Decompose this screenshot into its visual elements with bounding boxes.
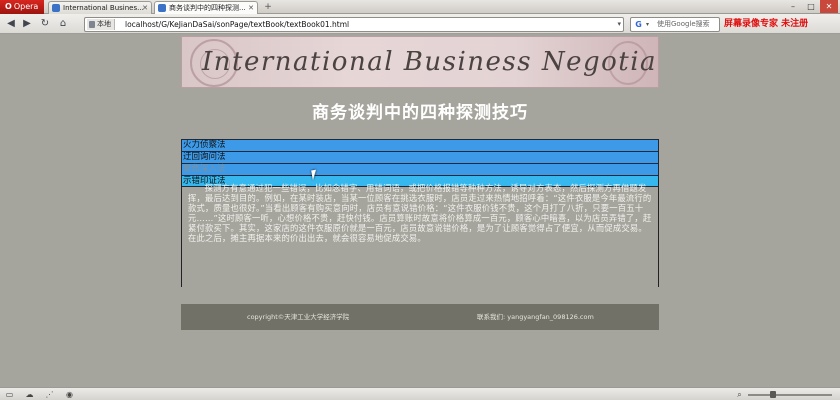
speed-dial-icon[interactable]: ◉ [64, 390, 75, 399]
cloud-icon[interactable]: ☁ [24, 390, 35, 399]
banner-title: International Business Negotiations [202, 47, 658, 77]
share-icon[interactable]: ⋰ [44, 390, 55, 399]
reload-icon[interactable]: ↻ [38, 17, 52, 31]
zoom-icon: ⌕ [737, 390, 742, 399]
back-arrow-icon[interactable]: ◀ [4, 17, 18, 31]
forward-arrow-icon[interactable]: ▶ [20, 17, 34, 31]
page-favicon-icon [158, 4, 166, 12]
tab-close-icon[interactable]: ✕ [248, 2, 254, 14]
new-tab-button[interactable]: + [262, 2, 274, 13]
page-favicon-icon [52, 4, 60, 12]
maximize-button[interactable]: □ [802, 0, 820, 13]
address-url[interactable]: localhost/G/KeJianDaSai/sonPage/textBook… [125, 18, 349, 31]
local-page-badge: 本地 [87, 19, 115, 30]
tab-title: International Busines... [63, 4, 144, 12]
page-content: International Business Negotiations 商务谈判… [0, 35, 840, 387]
article-text: 探测方有意通过犯一些错误，比如念错字、用错词语，或把价格报错等种种方法，诱导对方… [181, 180, 659, 287]
page-footer: copyright©天津工业大学经济学院 联系我们: yangyangfan_0… [181, 304, 659, 330]
panel-toggle-icon[interactable]: ▭ [4, 390, 15, 399]
window-controls: – □ ✕ [784, 0, 840, 14]
chevron-down-icon[interactable]: ▾ [617, 18, 621, 31]
search-box[interactable]: G ▾ 使用Google搜索 [630, 17, 720, 32]
menu-item-focused-probing[interactable]: 聚焦深入法 [181, 163, 659, 175]
tab-probing-techniques[interactable]: 商务谈判中的四种探测... ✕ [154, 1, 258, 14]
navigation-bar: ◀ ▶ ↻ ⌂ 本地 localhost/G/KeJianDaSai/sonPa… [0, 14, 840, 34]
tab-close-icon[interactable]: ✕ [142, 2, 148, 14]
zoom-slider-handle[interactable] [770, 391, 777, 398]
tab-title: 商务谈判中的四种探测... [169, 4, 246, 12]
tab-international-business[interactable]: International Busines... ✕ [48, 1, 152, 14]
opera-menu-label: Opera [13, 2, 39, 11]
google-icon: G [635, 20, 642, 29]
status-bar: ▭ ☁ ⋰ ◉ ⌕ [0, 387, 840, 400]
menu-item-indirect-inquiry[interactable]: 迂回询问法 [181, 151, 659, 163]
menu-item-fire-reconnaissance[interactable]: 火力侦察法 [181, 139, 659, 151]
address-bar[interactable]: 本地 localhost/G/KeJianDaSai/sonPage/textB… [84, 17, 624, 32]
footer-copyright: copyright©天津工业大学经济学院 [247, 313, 350, 321]
chevron-down-icon[interactable]: ▾ [646, 18, 649, 31]
recorder-watermark: 屏幕录像专家 未注册 [724, 19, 809, 29]
page-title: 商务谈判中的四种探测技巧 [312, 103, 528, 123]
footer-contact: 联系我们: yangyangfan_098126.com [477, 313, 594, 321]
close-window-button[interactable]: ✕ [820, 0, 838, 13]
opera-logo-icon: O [5, 2, 12, 11]
browser-titlebar: O Opera International Busines... ✕ 商务谈判中的… [0, 0, 840, 14]
minimize-button[interactable]: – [784, 0, 802, 13]
home-icon[interactable]: ⌂ [56, 17, 70, 31]
opera-menu-button[interactable]: O Opera [0, 0, 44, 14]
zoom-slider[interactable] [748, 394, 832, 396]
search-input[interactable]: 使用Google搜索 [657, 18, 710, 31]
course-banner: International Business Negotiations [181, 36, 659, 88]
